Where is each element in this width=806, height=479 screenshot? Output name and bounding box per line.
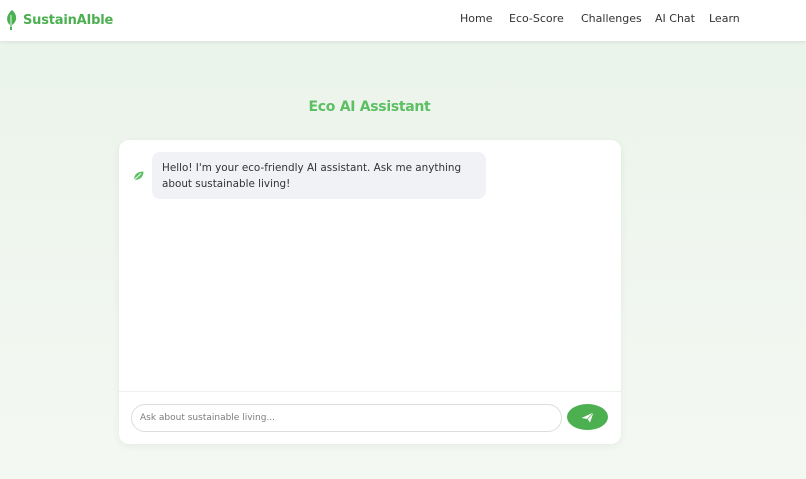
nav-menu: Home Eco-Score Challenges AI Chat Learn: [0, 0, 806, 41]
chat-message: Hello! I'm your eco-friendly AI assistan…: [133, 152, 486, 199]
page-title: Eco AI Assistant: [308, 99, 431, 115]
message-bubble: Hello! I'm your eco-friendly AI assistan…: [152, 152, 486, 199]
send-icon: [581, 411, 594, 422]
chat-input[interactable]: [131, 404, 562, 432]
chat-input-bar: [119, 391, 621, 444]
nav-link-home[interactable]: Home: [460, 12, 492, 25]
nav-link-eco-score[interactable]: Eco-Score: [509, 12, 564, 25]
nav-link-challenges[interactable]: Challenges: [581, 12, 642, 25]
chat-panel: Hello! I'm your eco-friendly AI assistan…: [119, 140, 621, 444]
send-button[interactable]: [567, 404, 608, 430]
top-navbar: SustainAIble Home Eco-Score Challenges A…: [0, 0, 806, 41]
leaf-icon: [133, 171, 144, 180]
nav-link-learn[interactable]: Learn: [709, 12, 740, 25]
nav-link-ai-chat[interactable]: AI Chat: [655, 12, 695, 25]
